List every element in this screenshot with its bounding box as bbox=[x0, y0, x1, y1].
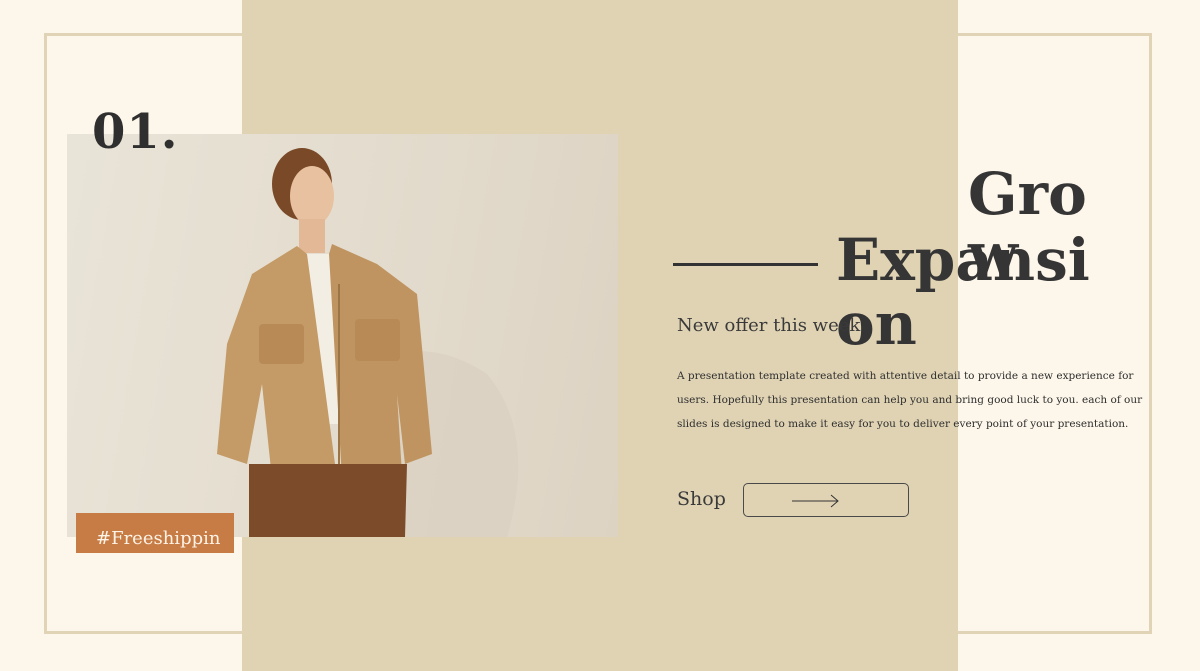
description-text: A presentation template created with att… bbox=[677, 370, 1143, 430]
heading-expansion: Expansion bbox=[836, 226, 1090, 358]
free-shipping-badge[interactable]: #Freeshipping bbox=[76, 513, 234, 553]
shop-label: Shop bbox=[677, 488, 726, 510]
arrow-right-icon bbox=[792, 494, 839, 508]
slide-number: 01. bbox=[92, 104, 179, 160]
heading-divider bbox=[673, 263, 818, 266]
free-shipping-label: #Freeshipping bbox=[96, 528, 221, 549]
model-photo bbox=[67, 134, 618, 537]
shop-button[interactable] bbox=[743, 483, 909, 517]
offer-subtitle: New offer this week bbox=[677, 315, 861, 336]
